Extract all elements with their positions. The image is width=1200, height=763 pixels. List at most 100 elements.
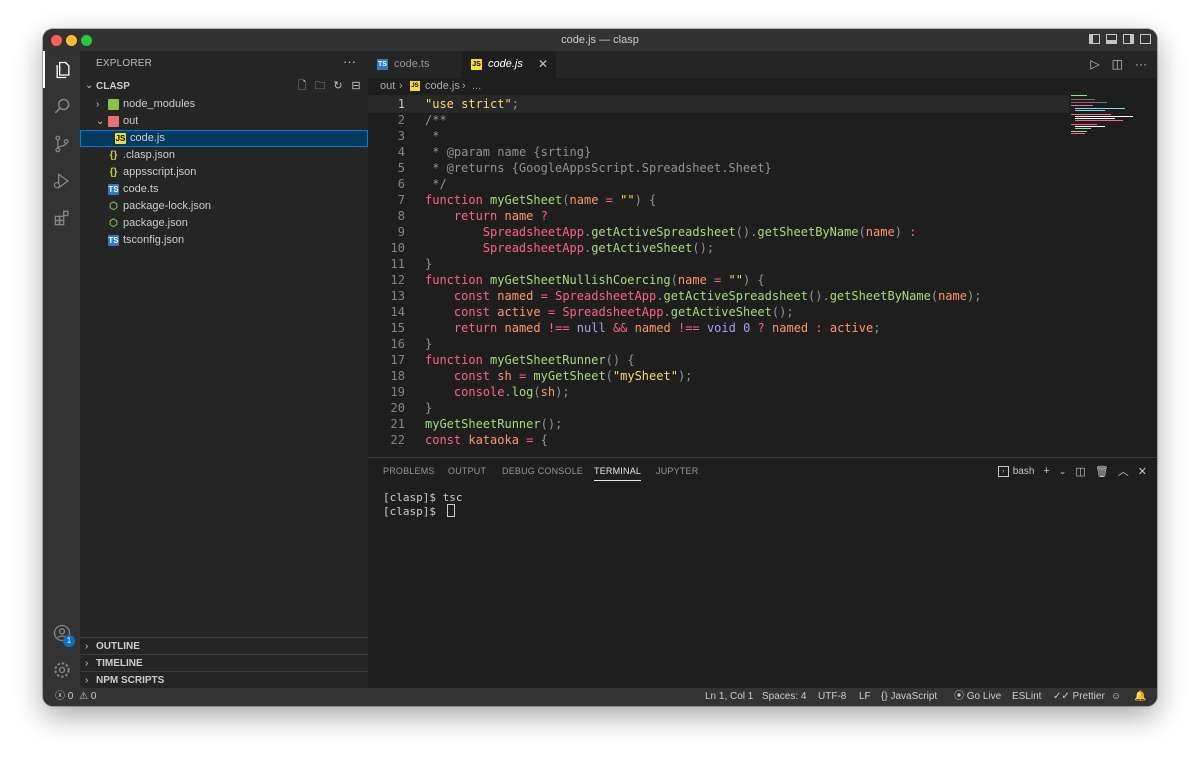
code-line[interactable]: 6 */ <box>368 176 1068 192</box>
warning-count: 0 <box>90 691 97 702</box>
code-line[interactable]: 18 const sh = myGetSheet("mySheet"); <box>368 368 1068 384</box>
line-number: 20 <box>390 401 405 415</box>
tree-item-out[interactable]: ⌄ out <box>80 113 368 130</box>
tree-item-appsscript-json[interactable]: {} appsscript.json <box>80 164 368 181</box>
feedback-icon[interactable]: ☺ <box>1111 688 1121 706</box>
tree-item-tsconfig-json[interactable]: TS tsconfig.json <box>80 232 368 249</box>
explorer-activity-button[interactable] <box>43 51 80 88</box>
code-text: "use strict"; <box>425 97 519 111</box>
code-line[interactable]: 13 const named = SpreadsheetApp.getActiv… <box>368 288 1068 304</box>
extensions-activity-button[interactable] <box>43 199 80 236</box>
line-number: 6 <box>397 177 405 191</box>
tree-item-code-js[interactable]: JS code.js <box>80 130 368 147</box>
cursor-position[interactable]: Ln 1, Col 1 <box>705 688 753 706</box>
close-icon[interactable]: ✕ <box>538 51 548 78</box>
project-folder-header[interactable]: ⌄ CLASP 🗋 🗀 ↻ ⊟ <box>80 79 368 96</box>
code-line[interactable]: 20} <box>368 400 1068 416</box>
customize-layout-icon[interactable] <box>1140 34 1151 44</box>
tree-item-label: tsconfig.json <box>123 234 185 246</box>
close-panel-icon[interactable]: ✕ <box>1138 465 1147 478</box>
terminal-shell-selector[interactable]: › bash <box>997 465 1034 477</box>
broadcast-icon: ⦿ <box>954 691 964 702</box>
toggle-panel-icon[interactable] <box>1106 34 1117 44</box>
trash-icon[interactable]: 🗑 <box>1095 465 1109 478</box>
breadcrumb-file[interactable]: code.js <box>425 78 460 95</box>
accounts-activity-button[interactable]: 1 <box>43 614 80 651</box>
breadcrumb-more[interactable]: ... <box>472 78 481 95</box>
chevron-down-icon[interactable]: ⌄ <box>1059 466 1067 477</box>
tree-item-clasp-json[interactable]: {} .clasp.json <box>80 147 368 164</box>
toggle-secondary-sidebar-icon[interactable] <box>1123 34 1134 44</box>
code-line[interactable]: 19 console.log(sh); <box>368 384 1068 400</box>
encoding-status[interactable]: UTF-8 <box>818 688 846 706</box>
new-terminal-icon[interactable]: + <box>1043 465 1049 477</box>
new-folder-icon[interactable]: 🗀 <box>314 80 326 92</box>
tab-problems[interactable]: PROBLEMS <box>383 466 435 476</box>
code-line[interactable]: 10 SpreadsheetApp.getActiveSheet(); <box>368 240 1068 256</box>
language-mode[interactable]: {} JavaScript <box>881 688 937 706</box>
tab-code-ts[interactable]: TS code.ts <box>368 51 462 78</box>
more-actions-icon[interactable]: ··· <box>1135 57 1147 71</box>
go-live-button[interactable]: ⦿ Go Live <box>954 688 1001 706</box>
tab-code-js[interactable]: JS code.js ✕ <box>462 51 556 78</box>
maximize-panel-icon[interactable]: ︿ <box>1118 463 1129 479</box>
tree-item-code-ts[interactable]: TS code.ts <box>80 181 368 198</box>
new-file-icon[interactable]: 🗋 <box>296 80 308 92</box>
tab-debug-console[interactable]: DEBUG CONSOLE <box>502 466 583 476</box>
code-text: const sh = myGetSheet("mySheet"); <box>453 369 693 383</box>
source-control-activity-button[interactable] <box>43 125 80 162</box>
code-line[interactable]: 7 function myGetSheet(name = "") { <box>368 192 1068 208</box>
tab-output[interactable]: OUTPUT <box>448 466 486 476</box>
collapse-all-icon[interactable]: ⊟ <box>350 80 362 92</box>
code-line[interactable]: 11} <box>368 256 1068 272</box>
code-text: */ <box>425 177 447 191</box>
code-line[interactable]: 9 SpreadsheetApp.getActiveSpreadsheet().… <box>368 224 1068 240</box>
code-line[interactable]: 8 return name ? <box>368 208 1068 224</box>
run-debug-activity-button[interactable] <box>43 162 80 199</box>
code-editor[interactable]: 1 "use strict"; 2/** 3 * 4 * @param name {sr… <box>368 95 1157 457</box>
code-line[interactable]: 2 /** <box>368 112 1068 128</box>
code-line[interactable]: 21 myGetSheetRunner(); <box>368 416 1068 432</box>
code-line[interactable]: 16} <box>368 336 1068 352</box>
timeline-section[interactable]: › TIMELINE <box>80 654 368 672</box>
chevron-right-icon: › <box>85 641 89 652</box>
tree-item-package-lock-json[interactable]: ⬡ package-lock.json <box>80 198 368 215</box>
tab-jupyter[interactable]: JUPYTER <box>656 466 698 476</box>
tree-item-node-modules[interactable]: › node_modules <box>80 96 368 113</box>
prettier-status[interactable]: ✓✓ Prettier <box>1053 688 1105 706</box>
line-number: 4 <box>397 145 405 159</box>
tree-item-label: out <box>123 115 139 127</box>
search-activity-button[interactable] <box>43 88 80 125</box>
minimap[interactable] <box>1071 95 1133 145</box>
tab-terminal[interactable]: TERMINAL <box>594 466 642 481</box>
split-terminal-icon[interactable]: ◫ <box>1075 465 1085 478</box>
code-line[interactable]: 17 function myGetSheetRunner() { <box>368 352 1068 368</box>
javascript-file-icon: JS <box>115 133 126 144</box>
indentation-status[interactable]: Spaces: 4 <box>762 688 806 706</box>
code-line[interactable]: 4 * @param name {srting} <box>368 144 1068 160</box>
manage-activity-button[interactable] <box>43 651 80 688</box>
bell-icon[interactable]: 🔔 <box>1134 688 1146 706</box>
tree-item-package-json[interactable]: ⬡ package.json <box>80 215 368 232</box>
code-line[interactable]: 14 const active = SpreadsheetApp.getActi… <box>368 304 1068 320</box>
code-line[interactable]: 3 * <box>368 128 1068 144</box>
explorer-more-actions-icon[interactable]: ··· <box>343 54 356 69</box>
eslint-status[interactable]: ESLint <box>1012 688 1041 706</box>
terminal-prompt-line[interactable]: [clasp]$ <box>383 504 455 518</box>
toggle-primary-sidebar-icon[interactable] <box>1089 34 1100 44</box>
code-line[interactable]: 15 return named !== null && named !== vo… <box>368 320 1068 336</box>
code-line[interactable]: 1 "use strict"; <box>368 95 1069 113</box>
code-line[interactable]: 5 * @returns {GoogleAppsScript.Spreadshe… <box>368 160 1068 176</box>
problems-status[interactable]: ⓧ 0 ⚠ 0 <box>55 688 96 706</box>
code-line[interactable]: 22 const kataoka = { <box>368 432 1068 448</box>
split-editor-icon[interactable]: ◫ <box>1112 57 1123 71</box>
code-line[interactable]: 12 function myGetSheetNullishCoercing(nam… <box>368 272 1068 288</box>
eol-status[interactable]: LF <box>859 688 871 706</box>
run-icon[interactable]: ▷ <box>1090 57 1099 71</box>
outline-section[interactable]: › OUTLINE <box>80 637 368 655</box>
refresh-icon[interactable]: ↻ <box>332 80 344 92</box>
npm-scripts-section[interactable]: › NPM SCRIPTS <box>80 671 368 689</box>
line-number: 22 <box>390 433 405 447</box>
breadcrumb-folder[interactable]: out <box>380 78 395 95</box>
line-number: 13 <box>390 289 405 303</box>
